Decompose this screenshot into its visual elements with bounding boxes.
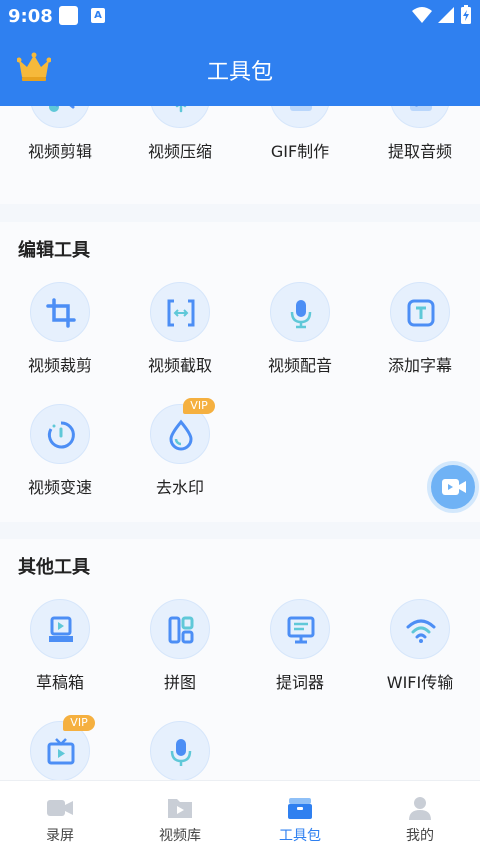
microphone-icon [290, 300, 312, 329]
system-icons [412, 5, 472, 25]
scissors-icon [49, 106, 75, 112]
bottom-tab-bar: 录屏 视频库 工具包 我的 [0, 780, 480, 853]
video-camera-icon [442, 479, 466, 495]
tool-label: 拼图 [163, 673, 196, 692]
floating-record-button[interactable] [427, 461, 479, 513]
notification-icon [59, 6, 78, 25]
tool-label: WIFI传输 [386, 673, 454, 692]
tool-collage[interactable]: 拼图 [120, 599, 240, 709]
trim-icon [167, 299, 195, 327]
battery-icon [461, 5, 471, 24]
wifi-signal-icon [412, 7, 432, 23]
cell-signal-icon [438, 7, 454, 23]
teleprompter-icon [287, 616, 315, 644]
tool-label: 视频配音 [267, 356, 332, 375]
folder-play-icon [168, 799, 192, 818]
tv-icon [47, 738, 75, 765]
tool-label: 草稿箱 [35, 673, 84, 692]
tab-label: 工具包 [279, 828, 321, 844]
tool-video-edit[interactable]: 视频剪辑 [0, 106, 120, 178]
subtitle-icon [407, 299, 435, 327]
tool-teleprompter[interactable]: 提词器 [240, 599, 360, 709]
edit-tools-card: 编辑工具 视频裁剪 视频截取 视频配音 添加字幕 视频变速 VIP 去水印 [0, 222, 480, 522]
tool-label: 视频裁剪 [27, 356, 92, 375]
section-title-other: 其他工具 [18, 557, 90, 578]
tool-add-subtitle[interactable]: 添加字幕 [360, 282, 480, 392]
tool-label: 提取音频 [387, 142, 452, 161]
tool-video-speed[interactable]: 视频变速 [0, 404, 120, 514]
watermark-drop-icon [169, 419, 193, 451]
tool-voice[interactable] [120, 721, 240, 780]
video-tools-card: 视频剪辑 视频压缩 G GIF制作 提取音频 [0, 106, 480, 204]
svg-text:G: G [296, 106, 306, 107]
notification-app-icon: A [91, 8, 105, 23]
speed-icon [47, 421, 75, 449]
crop-icon [46, 298, 76, 328]
tool-label: 去水印 [155, 478, 204, 497]
tool-label: 视频变速 [27, 478, 92, 497]
tab-toolbox[interactable]: 工具包 [240, 781, 360, 853]
tab-label: 录屏 [46, 828, 74, 844]
status-time: 9:08 [8, 6, 53, 27]
other-tools-card: 其他工具 草稿箱 拼图 提词器 WIFI传输 VIP [0, 539, 480, 780]
vip-badge: VIP [63, 715, 95, 731]
tool-label: 视频剪辑 [27, 142, 92, 161]
tools-content[interactable]: 视频剪辑 视频压缩 G GIF制作 提取音频 编辑工具 视频裁剪 视频截取 视频… [0, 106, 480, 780]
app-header: 工具包 [0, 32, 480, 106]
tab-video-library[interactable]: 视频库 [120, 781, 240, 853]
video-camera-icon [47, 800, 73, 816]
tool-label: 视频压缩 [147, 142, 212, 161]
user-icon [409, 797, 431, 820]
tool-extract-audio[interactable]: 提取音频 [360, 106, 480, 178]
tool-label: 视频截取 [147, 356, 212, 375]
tool-label: 添加字幕 [387, 356, 452, 375]
status-bar: 9:08 A [0, 0, 480, 32]
tool-wifi-transfer[interactable]: WIFI传输 [360, 599, 480, 709]
compress-icon [175, 106, 187, 113]
microphone-icon [170, 739, 192, 766]
page-title: 工具包 [206, 60, 273, 85]
music-note-icon [410, 106, 432, 111]
tool-video-dub[interactable]: 视频配音 [240, 282, 360, 392]
drafts-icon [49, 616, 73, 642]
tool-remove-watermark[interactable]: VIP 去水印 [120, 398, 240, 514]
section-title-edit: 编辑工具 [18, 240, 90, 261]
tool-video-crop[interactable]: 视频裁剪 [0, 282, 120, 392]
tab-mine[interactable]: 我的 [360, 781, 480, 853]
gif-icon: G [290, 106, 312, 111]
tab-record[interactable]: 录屏 [0, 781, 120, 853]
tab-label: 我的 [406, 828, 434, 844]
tab-label: 视频库 [159, 828, 201, 844]
tool-gif-make[interactable]: G GIF制作 [240, 106, 360, 178]
toolbox-icon [288, 798, 312, 819]
tool-video-compress[interactable]: 视频压缩 [120, 106, 240, 178]
tool-label: 提词器 [275, 673, 324, 692]
tool-tv[interactable]: VIP [0, 715, 120, 780]
vip-badge: VIP [183, 398, 215, 414]
collage-icon [168, 616, 194, 644]
tool-video-trim[interactable]: 视频截取 [120, 282, 240, 392]
tool-label: GIF制作 [270, 142, 330, 161]
wifi-icon [406, 619, 436, 643]
tool-drafts[interactable]: 草稿箱 [0, 599, 120, 709]
